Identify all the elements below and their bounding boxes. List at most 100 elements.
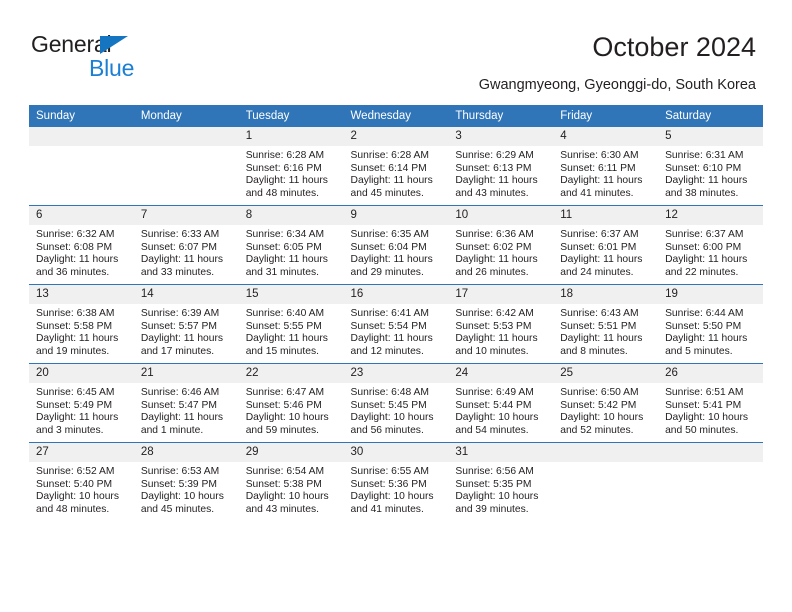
day-details: Sunrise: 6:32 AM Sunset: 6:08 PM Daylight:… (29, 225, 134, 279)
sunrise-text: Sunrise: 6:56 AM (455, 466, 534, 477)
day-cell[interactable] (133, 127, 239, 206)
day-cell[interactable]: 7 Sunrise: 6:33 AM Sunset: 6:07 PM Daylight… (133, 205, 239, 285)
day-details: Sunrise: 6:31 AM Sunset: 6:10 PM Daylight:… (658, 146, 763, 200)
day-number: 20 (29, 364, 134, 383)
day-cell[interactable]: 20 Sunrise: 6:45 AM Sunset: 5:49 PM Dayligh… (29, 363, 134, 443)
sunrise-text: Sunrise: 6:30 AM (560, 150, 639, 161)
day-details: Sunrise: 6:33 AM Sunset: 6:07 PM Daylight:… (134, 225, 239, 279)
day-cell[interactable]: 18 Sunrise: 6:43 AM Sunset: 5:51 PM Dayligh… (553, 284, 659, 364)
day-cell[interactable] (29, 127, 134, 206)
day-cell[interactable]: 4 Sunrise: 6:30 AM Sunset: 6:11 PM Daylight… (553, 127, 659, 206)
page-title: October 2024 (592, 32, 756, 62)
day-cell[interactable]: 1 Sunrise: 6:28 AM Sunset: 6:16 PM Daylight… (238, 127, 344, 206)
daylight-text: Daylight: 11 hours and 31 minutes. (245, 254, 328, 278)
day-cell[interactable]: 27 Sunrise: 6:52 AM Sunset: 5:40 PM Dayligh… (29, 442, 134, 521)
day-cell[interactable]: 21 Sunrise: 6:46 AM Sunset: 5:47 PM Dayligh… (133, 363, 239, 443)
day-cell[interactable]: 11 Sunrise: 6:37 AM Sunset: 6:01 PM Dayligh… (553, 205, 659, 285)
day-cell[interactable]: 5 Sunrise: 6:31 AM Sunset: 6:10 PM Daylight… (658, 127, 763, 206)
day-cell[interactable]: 6 Sunrise: 6:32 AM Sunset: 6:08 PM Daylight… (29, 205, 134, 285)
logo-text-blue: Blue (89, 55, 135, 81)
logo-triangle-icon (100, 36, 128, 54)
day-number (29, 127, 134, 146)
day-details: Sunrise: 6:28 AM Sunset: 6:16 PM Daylight:… (239, 146, 344, 200)
day-details: Sunrise: 6:45 AM Sunset: 5:49 PM Daylight:… (29, 383, 134, 437)
sunset-text: Sunset: 6:08 PM (36, 241, 113, 253)
sunrise-text: Sunrise: 6:32 AM (36, 229, 115, 240)
day-cell[interactable]: 19 Sunrise: 6:44 AM Sunset: 5:50 PM Dayligh… (658, 284, 763, 364)
weekday-header-thursday: Thursday (448, 105, 554, 127)
day-cell[interactable]: 23 Sunrise: 6:48 AM Sunset: 5:45 PM Dayligh… (343, 363, 449, 443)
calendar-header-row-group: Sunday Monday Tuesday Wednesday Thursday… (29, 105, 763, 127)
day-cell[interactable] (553, 442, 659, 521)
day-number: 4 (553, 127, 659, 146)
day-details: Sunrise: 6:48 AM Sunset: 5:45 PM Daylight:… (344, 383, 449, 437)
day-cell[interactable]: 30 Sunrise: 6:55 AM Sunset: 5:36 PM Dayligh… (343, 442, 449, 521)
day-details: Sunrise: 6:28 AM Sunset: 6:14 PM Daylight:… (344, 146, 449, 200)
sunset-text: Sunset: 6:11 PM (560, 162, 636, 174)
day-cell[interactable]: 28 Sunrise: 6:53 AM Sunset: 5:39 PM Dayligh… (133, 442, 239, 521)
day-cell[interactable]: 12 Sunrise: 6:37 AM Sunset: 6:00 PM Dayligh… (658, 205, 763, 285)
sunset-text: Sunset: 5:35 PM (455, 478, 532, 490)
day-cell[interactable]: 9 Sunrise: 6:35 AM Sunset: 6:04 PM Daylight… (343, 205, 449, 285)
day-cell[interactable]: 17 Sunrise: 6:42 AM Sunset: 5:53 PM Dayligh… (448, 284, 554, 364)
day-number: 6 (29, 206, 134, 225)
daylight-text: Daylight: 11 hours and 24 minutes. (560, 254, 643, 278)
day-cell[interactable]: 22 Sunrise: 6:47 AM Sunset: 5:46 PM Dayligh… (238, 363, 344, 443)
sunrise-text: Sunrise: 6:51 AM (665, 387, 744, 398)
day-cell[interactable]: 10 Sunrise: 6:36 AM Sunset: 6:02 PM Dayligh… (448, 205, 554, 285)
weekday-header-saturday: Saturday (658, 105, 763, 127)
day-number (553, 443, 659, 462)
day-cell[interactable]: 26 Sunrise: 6:51 AM Sunset: 5:41 PM Dayligh… (658, 363, 763, 443)
day-details: Sunrise: 6:52 AM Sunset: 5:40 PM Daylight:… (29, 462, 134, 516)
week-row: 13 Sunrise: 6:38 AM Sunset: 5:58 PM Dayligh… (29, 284, 763, 364)
day-cell[interactable]: 2 Sunrise: 6:28 AM Sunset: 6:14 PM Daylight… (343, 127, 449, 206)
sunrise-text: Sunrise: 6:41 AM (350, 308, 429, 319)
sunset-text: Sunset: 5:50 PM (665, 320, 742, 332)
day-number: 3 (448, 127, 554, 146)
day-cell[interactable]: 15 Sunrise: 6:40 AM Sunset: 5:55 PM Dayligh… (238, 284, 344, 364)
daylight-text: Daylight: 10 hours and 56 minutes. (350, 412, 434, 436)
day-cell[interactable]: 13 Sunrise: 6:38 AM Sunset: 5:58 PM Dayligh… (29, 284, 134, 364)
day-number (658, 443, 763, 462)
daylight-text: Daylight: 11 hours and 12 minutes. (350, 333, 433, 357)
day-cell[interactable]: 16 Sunrise: 6:41 AM Sunset: 5:54 PM Dayligh… (343, 284, 449, 364)
day-number (133, 127, 239, 146)
day-details: Sunrise: 6:30 AM Sunset: 6:11 PM Daylight:… (553, 146, 658, 200)
day-details (553, 462, 658, 466)
sunset-text: Sunset: 5:40 PM (36, 478, 113, 490)
day-details: Sunrise: 6:56 AM Sunset: 5:35 PM Daylight:… (448, 462, 553, 516)
day-cell[interactable]: 24 Sunrise: 6:49 AM Sunset: 5:44 PM Dayligh… (448, 363, 554, 443)
day-details: Sunrise: 6:29 AM Sunset: 6:13 PM Daylight:… (448, 146, 553, 200)
sunset-text: Sunset: 5:51 PM (560, 320, 637, 332)
general-blue-logo[interactable]: General Blue (31, 31, 211, 87)
day-cell[interactable]: 3 Sunrise: 6:29 AM Sunset: 6:13 PM Daylight… (448, 127, 554, 206)
sunrise-text: Sunrise: 6:36 AM (455, 229, 534, 240)
day-details: Sunrise: 6:41 AM Sunset: 5:54 PM Daylight:… (344, 304, 449, 358)
day-number: 8 (238, 206, 344, 225)
day-cell[interactable]: 31 Sunrise: 6:56 AM Sunset: 5:35 PM Dayligh… (448, 442, 554, 521)
sunrise-text: Sunrise: 6:39 AM (140, 308, 220, 319)
sunrise-text: Sunrise: 6:28 AM (245, 150, 325, 161)
sunrise-text: Sunrise: 6:34 AM (245, 229, 325, 240)
sunrise-text: Sunrise: 6:55 AM (350, 466, 429, 477)
day-cell[interactable]: 29 Sunrise: 6:54 AM Sunset: 5:38 PM Dayligh… (238, 442, 344, 521)
day-number: 25 (553, 364, 659, 383)
day-cell[interactable] (658, 442, 763, 521)
day-details: Sunrise: 6:51 AM Sunset: 5:41 PM Daylight:… (658, 383, 763, 437)
daylight-text: Daylight: 10 hours and 39 minutes. (455, 491, 539, 515)
sunrise-text: Sunrise: 6:45 AM (36, 387, 115, 398)
day-number: 17 (448, 285, 554, 304)
weekday-header-monday: Monday (133, 105, 239, 127)
daylight-text: Daylight: 10 hours and 41 minutes. (350, 491, 434, 515)
day-cell[interactable]: 25 Sunrise: 6:50 AM Sunset: 5:42 PM Dayligh… (553, 363, 659, 443)
sunrise-text: Sunrise: 6:31 AM (665, 150, 744, 161)
day-number: 21 (133, 364, 239, 383)
day-cell[interactable]: 8 Sunrise: 6:34 AM Sunset: 6:05 PM Daylight… (238, 205, 344, 285)
day-cell[interactable]: 14 Sunrise: 6:39 AM Sunset: 5:57 PM Dayligh… (133, 284, 239, 364)
sunset-text: Sunset: 5:54 PM (350, 320, 427, 332)
sunrise-text: Sunrise: 6:53 AM (140, 466, 220, 477)
sunset-text: Sunset: 6:00 PM (665, 241, 742, 253)
day-number: 19 (658, 285, 763, 304)
daylight-text: Daylight: 11 hours and 19 minutes. (36, 333, 119, 357)
day-details: Sunrise: 6:38 AM Sunset: 5:58 PM Daylight:… (29, 304, 134, 358)
